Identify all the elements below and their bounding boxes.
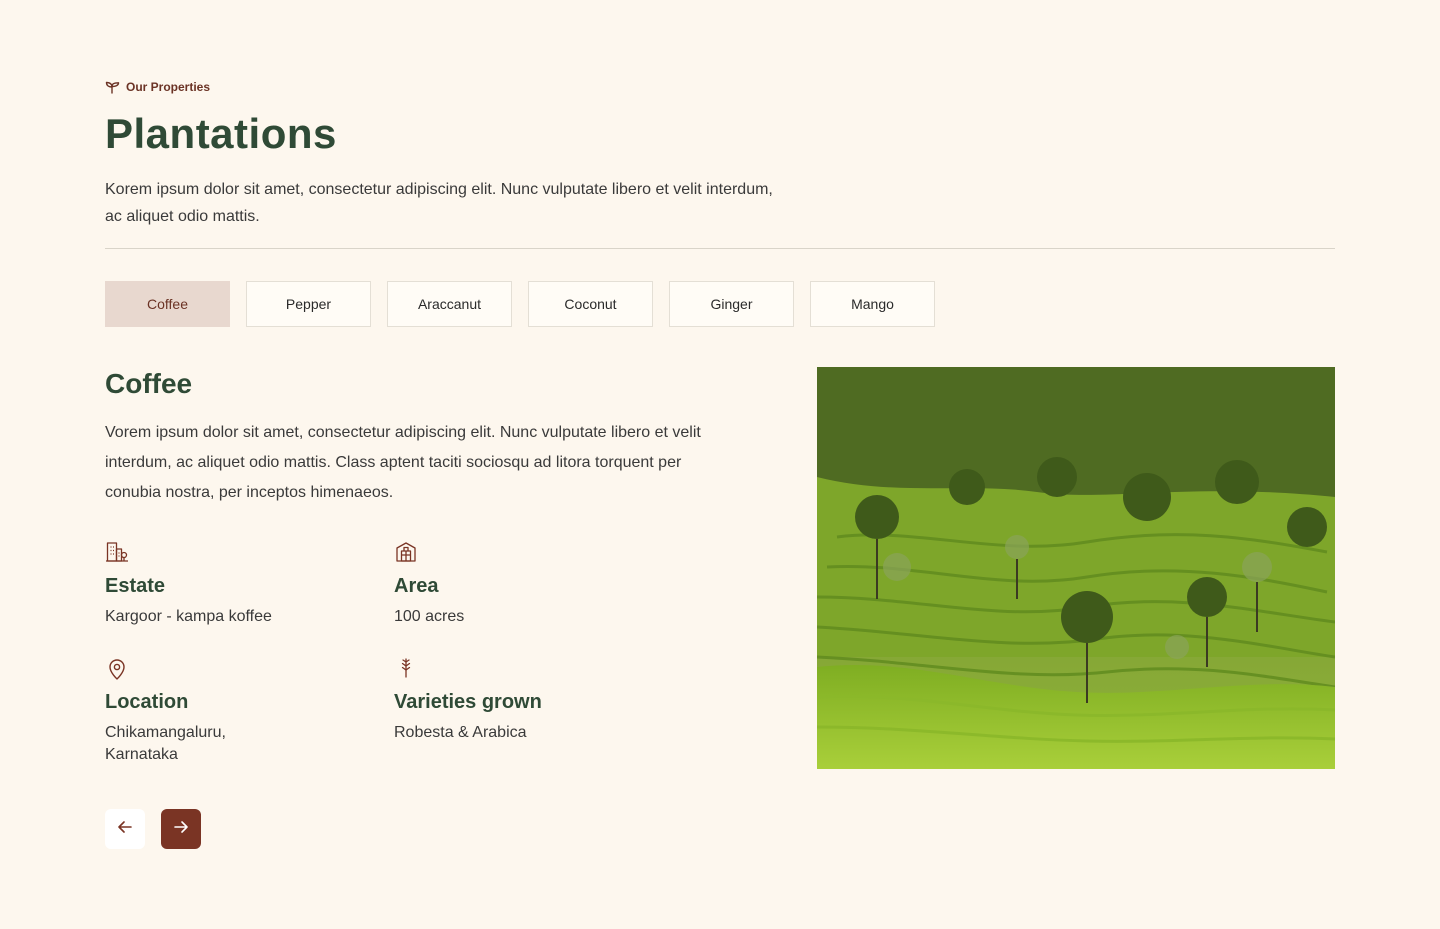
map-pin-icon [105, 657, 365, 681]
fact-label: Location [105, 691, 189, 713]
fact-value-line: Karnataka [105, 746, 178, 763]
building-icon [105, 541, 365, 565]
fact-label: Area [394, 575, 439, 597]
tab-coffee[interactable]: Coffee [105, 281, 230, 327]
sprout-icon [105, 81, 120, 94]
tab-ginger[interactable]: Ginger [669, 281, 794, 327]
fact-area: Area 100 acres [394, 541, 654, 628]
tab-araccanut[interactable]: Araccanut [387, 281, 512, 327]
wheat-icon [394, 657, 654, 681]
category-tabs: Coffee Pepper Araccanut Coconut Ginger M… [105, 281, 935, 327]
detail-title: Coffee [105, 368, 193, 399]
eyebrow-label: Our Properties [126, 80, 211, 94]
arrow-left-icon [116, 818, 134, 841]
coffee-plantation-photo [817, 367, 1335, 769]
tab-pepper[interactable]: Pepper [246, 281, 371, 327]
fact-value: Kargoor - kampa koffee [105, 608, 272, 625]
previous-button[interactable] [105, 809, 145, 849]
page-title: Plantations [105, 110, 337, 157]
next-button[interactable] [161, 809, 201, 849]
section-eyebrow: Our Properties [105, 80, 210, 94]
fact-value-line: Chikamangaluru, [105, 724, 226, 741]
fact-value: 100 acres [394, 608, 465, 625]
detail-description: Vorem ipsum dolor sit amet, consectetur … [105, 424, 701, 501]
fact-label: Estate [105, 575, 166, 597]
fact-location: Location Chikamangaluru, Karnataka [105, 657, 365, 766]
fact-label: Varieties grown [394, 691, 542, 713]
fact-estate: Estate Kargoor - kampa koffee [105, 541, 365, 628]
tab-coconut[interactable]: Coconut [528, 281, 653, 327]
page-intro: Korem ipsum dolor sit amet, consectetur … [105, 181, 773, 225]
fact-value: Robesta & Arabica [394, 724, 527, 741]
warehouse-icon [394, 541, 654, 565]
fact-value: Chikamangaluru, Karnataka [105, 722, 365, 766]
fact-varieties: Varieties grown Robesta & Arabica [394, 657, 654, 744]
divider [105, 248, 1335, 249]
tab-mango[interactable]: Mango [810, 281, 935, 327]
arrow-right-icon [172, 818, 190, 841]
